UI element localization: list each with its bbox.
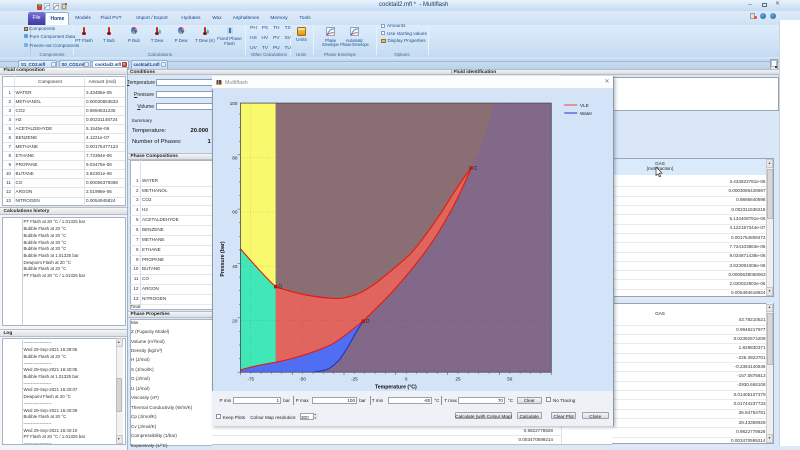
svg-text:C: C	[474, 166, 478, 172]
svg-text:40: 40	[233, 264, 239, 269]
svg-text:-75: -75	[248, 377, 255, 382]
svg-text:VLE: VLE	[580, 103, 589, 108]
svg-text:20: 20	[233, 319, 239, 324]
svg-text:25: 25	[456, 377, 462, 382]
svg-text:Water: Water	[580, 111, 593, 116]
svg-text:-25: -25	[351, 377, 358, 382]
svg-text:80: 80	[233, 156, 239, 161]
svg-text:D: D	[366, 319, 370, 325]
svg-text:60: 60	[233, 210, 239, 215]
svg-text:0: 0	[405, 377, 408, 382]
svg-text:50: 50	[508, 377, 514, 382]
svg-text:100: 100	[230, 101, 238, 106]
svg-text:Pressure (bar): Pressure (bar)	[220, 241, 226, 276]
svg-text:D: D	[279, 285, 283, 291]
svg-text:-50: -50	[300, 377, 307, 382]
